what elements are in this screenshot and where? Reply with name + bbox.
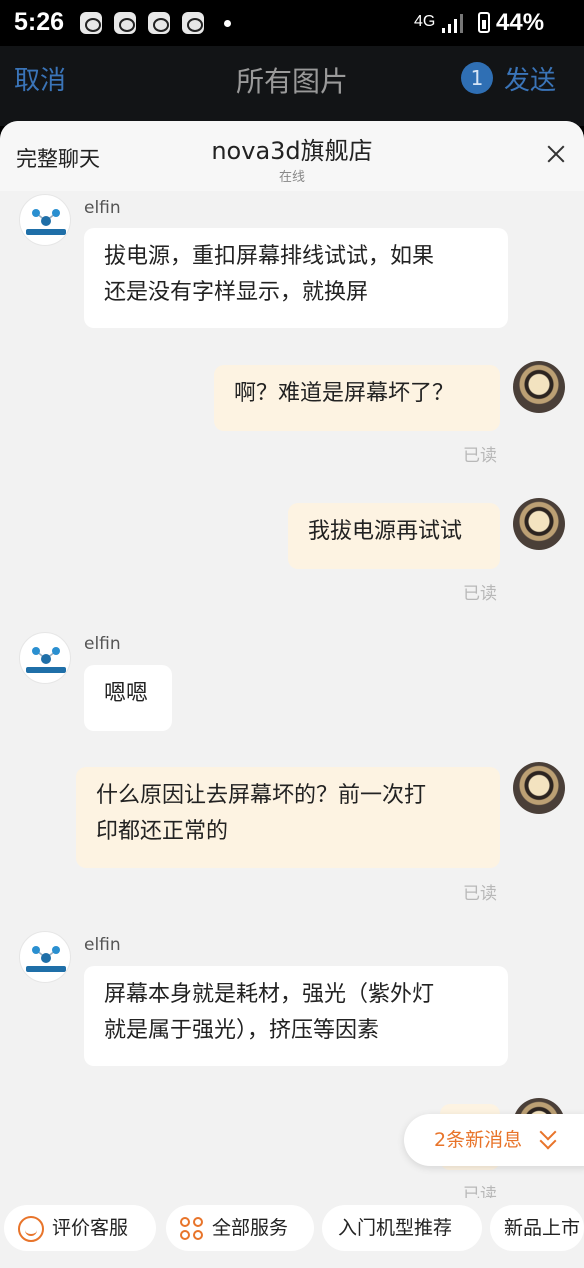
shop-avatar[interactable] (19, 194, 71, 246)
read-receipt: 已读 (463, 584, 497, 604)
status-time: 5:26 (14, 8, 65, 36)
send-button[interactable]: 发送 (504, 60, 556, 97)
all-services-button[interactable]: 全部服务 (166, 1205, 314, 1251)
shop-name: nova3d旗舰店 (211, 137, 373, 165)
shop-avatar[interactable] (19, 931, 71, 983)
status-bar: 5:26 4G 44% (0, 0, 584, 46)
message-bubble[interactable]: 啊？难道是屏幕坏了？ (214, 365, 500, 431)
more-notifications-dot (224, 20, 231, 27)
signal-icon (442, 14, 463, 33)
chat-sheet: 完整聊天 nova3d旗舰店 在线 elfin 拔电源，重扣屏幕排线试试，如果 … (0, 121, 584, 1268)
message-bubble[interactable]: 屏幕本身就是耗材，强光（紫外灯 就是属于强光），挤压等因素 (84, 966, 508, 1066)
sender-name: elfin (84, 634, 121, 654)
read-receipt: 已读 (463, 884, 497, 904)
message-bubble[interactable]: 我拔电源再试试 (288, 503, 500, 569)
online-status: 在线 (278, 170, 305, 185)
user-avatar[interactable] (513, 498, 565, 550)
user-avatar[interactable] (513, 361, 565, 413)
close-icon[interactable] (545, 143, 567, 165)
picker-title: 所有图片 (235, 65, 348, 98)
beginner-models-button[interactable]: 入门机型推荐 (322, 1205, 482, 1251)
message-bubble[interactable]: 什么原因让去屏幕坏的？前一次打 印都还正常的 (76, 767, 500, 868)
grid-icon (180, 1216, 204, 1241)
network-type: 4G (414, 13, 436, 30)
new-messages-label: 2条新消息 (434, 1129, 523, 1151)
sender-name: elfin (84, 198, 121, 218)
app-notification-icon (148, 12, 170, 34)
nova-logo-icon (26, 209, 66, 235)
rate-service-button[interactable]: 评价客服 (4, 1205, 156, 1251)
nova-logo-icon (26, 946, 66, 972)
chat-header: 完整聊天 nova3d旗舰店 在线 (0, 121, 584, 191)
shop-avatar[interactable] (19, 632, 71, 684)
new-messages-button[interactable]: 2条新消息 (404, 1114, 584, 1166)
message-bubble[interactable]: 嗯嗯 (84, 665, 172, 731)
quick-action-bar: 评价客服 全部服务 入门机型推荐 新品上市 (0, 1198, 584, 1268)
read-receipt: 已读 (463, 446, 497, 466)
battery-percent: 44% (496, 9, 545, 36)
user-avatar[interactable] (513, 762, 565, 814)
battery-icon (478, 12, 490, 33)
selected-count-badge: 1 (461, 62, 493, 94)
image-picker-bar: 取消 所有图片 1 发送 (0, 46, 584, 126)
new-products-button[interactable]: 新品上市 (490, 1205, 584, 1251)
sender-name: elfin (84, 935, 121, 955)
message-bubble[interactable]: 拔电源，重扣屏幕排线试试，如果 还是没有字样显示，就换屏 (84, 228, 508, 328)
app-notification-icon (182, 12, 204, 34)
smile-icon (18, 1215, 44, 1242)
app-notification-icon (80, 12, 102, 34)
double-chevron-down-icon (542, 1126, 556, 1150)
nova-logo-icon (26, 647, 66, 673)
app-notification-icon (114, 12, 136, 34)
